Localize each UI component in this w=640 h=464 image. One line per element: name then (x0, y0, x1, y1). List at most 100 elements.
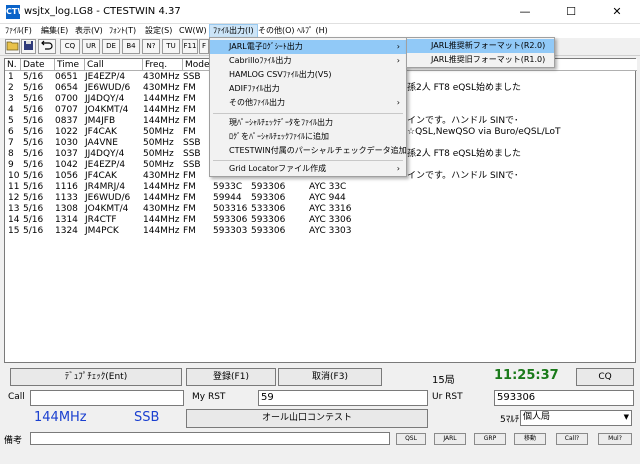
b4-key-button[interactable]: B4 (122, 39, 140, 54)
maximize-button[interactable]: ☐ (548, 0, 594, 24)
table-cell-time: 0654 (55, 83, 78, 93)
ur-key-button[interactable]: UR (82, 39, 100, 54)
tu-key-button[interactable]: TU (162, 39, 180, 54)
call-query-button[interactable]: Call? (556, 433, 588, 445)
table-cell-mode: SSB (183, 160, 201, 170)
save-icon[interactable] (21, 39, 36, 54)
menu-file[interactable]: ﾌｧｲﾙ(F) (2, 24, 35, 38)
cq-key-button[interactable]: CQ (60, 39, 80, 54)
menu-cw[interactable]: CW(W) (176, 24, 210, 38)
table-cell-time: 1308 (55, 204, 78, 214)
menu-item-hamlog-csv[interactable]: HAMLOG CSVﾌｧｲﾙ出力(V5) (210, 68, 406, 82)
table-cell-n: 7 (8, 138, 14, 148)
remark-field[interactable] (30, 432, 390, 445)
menu-separator (213, 160, 403, 161)
table-cell-freq: 144MHz (143, 105, 180, 115)
band-display[interactable]: 144MHz (34, 410, 87, 425)
menu-edit[interactable]: 編集(E) (38, 24, 71, 38)
menu-help[interactable]: ﾍﾙﾌﾟ (H) (294, 24, 331, 38)
menu-settings[interactable]: 設定(S) (142, 24, 175, 38)
call-label: Call (8, 392, 25, 402)
qsl-button[interactable]: QSL (396, 433, 426, 445)
menu-item-jarl-new-format[interactable]: JARL推奨新フォーマット(R2.0) (407, 39, 554, 53)
title-bar: CTW wsjtx_log.LG8 - CTESTWIN 4.37 — ☐ ✕ (0, 0, 640, 24)
clock: 11:25:37 (494, 368, 559, 383)
menu-item-add-log-partial[interactable]: ﾛｸﾞをﾊﾟｰｼｬﾙﾁｪｯｸﾌｧｲﾙに追加 (210, 130, 406, 144)
grp-button[interactable]: GRP (474, 433, 506, 445)
chevron-down-icon[interactable]: ▼ (624, 411, 629, 424)
portable-button[interactable]: 移動 (514, 433, 546, 445)
table-cell-freq: 144MHz (143, 116, 180, 126)
table-cell-freq: 50MHz (143, 127, 174, 137)
col-header-call[interactable]: Call (85, 59, 143, 71)
table-cell-call: JO4KMT/4 (85, 105, 129, 115)
call-field[interactable] (30, 390, 184, 406)
table-cell-time: 0707 (55, 105, 78, 115)
table-cell-time: 1314 (55, 215, 78, 225)
menu-font[interactable]: ﾌｫﾝﾄ(T) (106, 24, 139, 38)
table-cell-mode: SSB (183, 149, 201, 159)
jarl-button[interactable]: JARL (434, 433, 466, 445)
col-header-number[interactable]: N. (5, 59, 21, 71)
f-key-button[interactable]: F (199, 39, 209, 54)
mode-display[interactable]: SSB (134, 410, 159, 425)
dupe-check-button[interactable]: ﾃﾞｭﾌﾟﾁｪｯｸ(Ent) (10, 368, 182, 386)
close-button[interactable]: ✕ (594, 0, 640, 24)
table-cell-call: JA4VNE (85, 138, 118, 148)
window-title: wsjtx_log.LG8 - CTESTWIN 4.37 (24, 6, 181, 17)
table-cell-mult: AYC 3316 (309, 204, 352, 214)
menu-view[interactable]: 表示(V) (72, 24, 106, 38)
table-cell-mode: FM (183, 226, 196, 236)
table-cell-rst: 5933C (213, 182, 243, 192)
table-cell-call: JJ4DQY/4 (85, 94, 125, 104)
menu-item-jarl-old-format[interactable]: JARL推奨旧フォーマット(R1.0) (407, 53, 554, 67)
cancel-button[interactable]: 取消(F3) (278, 368, 382, 386)
undo-icon[interactable] (38, 39, 56, 54)
table-cell-rst: 593306 (213, 215, 248, 225)
minimize-button[interactable]: — (502, 0, 548, 24)
menu-file-output[interactable]: ﾌｧｲﾙ出力(I) (209, 24, 258, 38)
nr-key-button[interactable]: N? (142, 39, 160, 54)
menu-item-cabrillo[interactable]: Cabrilloﾌｧｲﾙ出力 › (210, 54, 406, 68)
menu-item-grid-locator[interactable]: Grid Locatorファイル作成 › (210, 162, 406, 176)
table-cell-date: 5/16 (23, 182, 44, 192)
table-cell-date: 5/16 (23, 171, 44, 181)
register-button[interactable]: 登録(F1) (186, 368, 276, 386)
table-cell-date: 5/16 (23, 94, 44, 104)
table-cell-mode: SSB (183, 138, 201, 148)
table-cell-mode: FM (183, 94, 196, 104)
table-cell-n: 12 (8, 193, 20, 203)
table-cell-freq: 50MHz (143, 160, 174, 170)
menu-item-add-partial-data[interactable]: CTESTWIN付属のパーシャルチェックデータ追加 (210, 144, 407, 158)
f11-key-button[interactable]: F11 (182, 39, 198, 54)
de-key-button[interactable]: DE (102, 39, 120, 54)
my-rst-field[interactable]: 59 (258, 390, 428, 406)
table-cell-n: 15 (8, 226, 20, 236)
table-cell-date: 5/16 (23, 149, 44, 159)
table-cell-mode: FM (183, 105, 196, 115)
table-cell-freq: 430MHz (143, 72, 180, 82)
table-cell-mult: AYC 3306 (309, 215, 352, 225)
open-folder-icon[interactable] (5, 39, 20, 54)
menu-item-other-output[interactable]: その他ﾌｧｲﾙ出力 › (210, 96, 406, 110)
category-select[interactable]: 個人局 ▼ (520, 410, 632, 426)
menu-item-adif[interactable]: ADIFﾌｧｲﾙ出力 (210, 82, 406, 96)
col-header-freq[interactable]: Freq. (143, 59, 183, 71)
cq-button[interactable]: CQ (576, 368, 634, 386)
col-header-time[interactable]: Time (55, 59, 85, 71)
table-cell-freq: 50MHz (143, 138, 174, 148)
menu-other[interactable]: その他(O) (255, 24, 298, 38)
menu-item-jarl-log[interactable]: JARL電子ﾛｸﾞｼｰﾄ出力 › (210, 40, 406, 54)
multi-query-button[interactable]: Mul? (598, 433, 632, 445)
table-cell-call: JO4KMT/4 (85, 204, 129, 214)
table-cell-time: 1116 (55, 182, 78, 192)
col-header-date[interactable]: Date (21, 59, 55, 71)
menu-item-partial-check-export[interactable]: 現ﾊﾟｰｼｬﾙﾁｪｯｸﾃﾞｰﾀをﾌｧｲﾙ出力 (210, 116, 406, 130)
my-rst-label: My RST (192, 392, 226, 402)
contest-name-button[interactable]: オール山口コンテスト (186, 409, 428, 428)
table-cell-n: 2 (8, 83, 14, 93)
ur-rst-field[interactable]: 593306 (494, 390, 634, 406)
table-cell-time: 1133 (55, 193, 78, 203)
table-cell-remark: ☆QSL,NewQSO via Buro/eQSL/LoT (407, 127, 561, 137)
table-cell-n: 9 (8, 160, 14, 170)
